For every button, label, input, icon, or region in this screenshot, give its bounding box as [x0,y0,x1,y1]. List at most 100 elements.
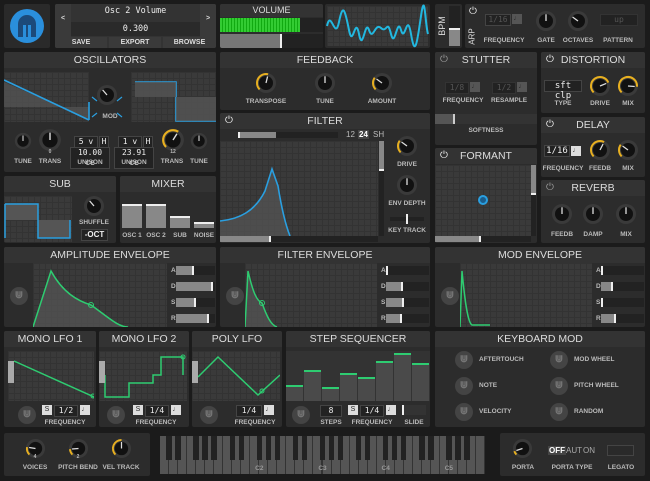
aftertouch-mod-icon[interactable]: ⋓ [455,351,473,369]
black-key[interactable] [419,436,425,460]
step-2[interactable] [304,370,321,401]
osc1-tune-knob[interactable] [14,132,32,150]
stutter-frequency-display[interactable]: 1/8 [445,82,469,94]
amp_env-s-slider[interactable] [176,298,215,307]
mod_env-a-slider[interactable] [601,266,644,275]
delay-note-icon[interactable]: ♩ [571,146,581,156]
step-seq-slide-slider[interactable] [402,405,426,415]
osc-mod-knob[interactable] [96,84,118,106]
arp-pattern-display[interactable]: up [600,14,638,26]
mod-wheel-mod-icon[interactable]: ⋓ [550,351,568,369]
black-key[interactable] [428,436,434,460]
mixer-slider-3[interactable] [194,222,214,228]
piano-keyboard[interactable]: C2 C3 C4 C5 [160,436,485,474]
feedback-tune-knob[interactable] [314,72,336,94]
lfo2-sync-button[interactable]: S [133,405,143,415]
filter-cutoff-slider[interactable] [220,236,378,242]
black-key[interactable] [193,436,199,460]
arp-gate-knob[interactable] [535,10,557,32]
sub-octave-button[interactable]: -OCT [81,229,108,241]
step-1[interactable] [286,385,303,401]
step-seq-steps-display[interactable]: 8 [320,405,342,417]
reverb-damp-knob[interactable] [582,203,604,225]
distortion-type-display[interactable]: sft clp [544,80,582,101]
mod_env-r-slider[interactable] [601,314,644,323]
distortion-power-icon[interactable]: ⏻ [546,54,557,65]
distortion-drive-knob[interactable] [589,75,611,97]
stutter-resample-note-icon[interactable]: ♩ [517,82,527,92]
porta-type-on[interactable]: ON [583,446,595,455]
black-key[interactable] [292,436,299,460]
delay-frequency-display[interactable]: 1/16 [544,145,570,157]
stutter-frequency-note-icon[interactable]: ♩ [470,82,480,92]
black-key[interactable] [274,436,281,460]
black-key[interactable] [319,436,326,460]
arp-note-icon[interactable]: ♩ [512,14,522,24]
amp_env-d-slider[interactable] [176,282,215,291]
mixer-slider-1[interactable] [146,204,166,228]
arp-frequency-display[interactable]: 1/16 [485,14,511,26]
poly-lfo-mod-source-icon[interactable]: ⋓ [200,406,218,424]
arp-octaves-knob[interactable] [567,10,589,32]
lfo2-mod-source-icon[interactable]: ⋓ [107,406,125,424]
black-key[interactable] [202,436,208,460]
step-5[interactable] [358,377,375,401]
delay-mix-knob[interactable] [617,139,639,161]
filter_env-r-slider[interactable] [386,314,429,323]
amp-env-mod-source-icon[interactable]: ⋓ [10,287,28,305]
formant-power-icon[interactable]: ⏻ [440,150,451,161]
black-key[interactable] [265,436,272,460]
filter-power-icon[interactable]: ⏻ [225,115,236,126]
black-key[interactable] [301,436,308,460]
pitch-wheel-mod-icon[interactable]: ⋓ [550,377,568,395]
filter-env-mod-source-icon[interactable]: ⋓ [226,287,244,305]
volume-slider[interactable] [220,34,323,48]
formant-xy-handle[interactable] [478,195,488,205]
porta-type-off[interactable]: OFF [548,446,566,455]
black-key[interactable] [238,436,244,460]
filter-drive-knob[interactable] [396,135,418,157]
step-7[interactable] [394,353,411,401]
velocity-mod-icon[interactable]: ⋓ [455,403,473,421]
filter-slope-12[interactable]: 12 [346,130,355,139]
step-seq-frequency-display[interactable]: 1/4 [360,405,384,417]
lfo2-frequency-display[interactable]: 1/4 [145,405,169,417]
step-seq-note-icon[interactable]: ♩ [386,405,396,415]
reverb-power-icon[interactable]: ⏻ [546,182,557,193]
distortion-mix-knob[interactable] [617,75,639,97]
mod_env-d-slider[interactable] [601,282,644,291]
prev-patch-button[interactable]: < [55,4,71,37]
legato-toggle[interactable] [607,445,634,456]
black-key[interactable] [382,436,389,460]
black-key[interactable] [401,436,407,460]
filter-resonance-slider[interactable] [379,141,384,236]
filter_env-s-slider[interactable] [386,298,429,307]
random-mod-icon[interactable]: ⋓ [550,403,568,421]
note-mod-icon[interactable]: ⋓ [455,377,473,395]
export-button[interactable]: EXPORT [109,37,161,48]
delay-feedb-knob[interactable] [589,139,611,161]
black-key[interactable] [355,436,362,460]
formant-y-slider[interactable] [531,165,536,236]
filter-type-slider[interactable] [238,132,338,138]
filter-slope-24[interactable]: 24 [358,130,369,139]
black-key[interactable] [229,436,235,460]
browse-button[interactable]: BROWSE [163,37,216,48]
step-6[interactable] [376,361,393,401]
lfo2-note-icon[interactable]: ♩ [171,405,181,415]
osc2-tune-knob[interactable] [190,132,208,150]
black-key[interactable] [328,436,335,460]
filter_env-a-slider[interactable] [386,266,429,275]
step-4[interactable] [340,373,357,401]
filter_env-d-slider[interactable] [386,282,429,291]
arp-power-icon[interactable]: ⏻ [469,6,480,17]
mod-env-mod-source-icon[interactable]: ⋓ [441,287,459,305]
mod_env-s-slider[interactable] [601,298,644,307]
filter-key-track-slider[interactable] [390,214,424,224]
stutter-softness-slider[interactable] [435,114,537,124]
step-seq-mod-source-icon[interactable]: ⋓ [292,406,310,424]
feedback-amount-knob[interactable] [371,72,393,94]
black-key[interactable] [464,436,470,460]
black-key[interactable] [175,436,181,460]
amp_env-r-slider[interactable] [176,314,215,323]
